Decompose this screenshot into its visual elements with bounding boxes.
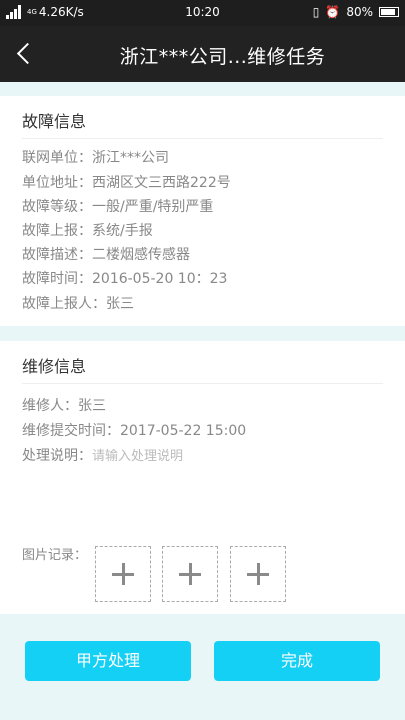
alarm-icon: ⏰ [325,5,341,19]
row-label: 维修人： [22,398,78,414]
back-icon[interactable] [8,36,44,72]
complete-button[interactable]: 完成 [214,641,380,681]
repair-info-divider [22,383,383,384]
row-label: 故障时间： [22,271,92,287]
info-row-report: 故障上报：系统/手报 [22,220,153,240]
repair-info-card: 维修信息 维修人：张三 维修提交时间：2017-05-22 15:00 处理说明… [0,341,405,614]
page-title: 浙江***公司...维修任务 [119,46,326,68]
fault-info-card: 故障信息 联网单位：浙江***公司 单位地址：西湖区文三西路222号 故障等级：… [0,96,405,326]
info-row-reporter: 故障上报人：张三 [22,293,134,313]
note-row: 处理说明：请输入处理说明 [22,445,183,465]
note-input[interactable]: 请输入处理说明 [92,449,183,464]
row-label: 故障等级： [22,199,92,215]
repair-info-title: 维修信息 [22,357,87,376]
nav-bar: 浙江***公司...维修任务 [0,26,405,82]
repairer-row: 维修人：张三 [22,395,106,415]
info-row-description: 故障描述：二楼烟感传感器 [22,244,190,264]
row-label: 处理说明： [22,448,92,464]
row-value: 张三 [106,296,134,312]
row-value: 2016-05-20 10：23 [92,271,228,287]
row-value: 西湖区文三西路222号 [92,175,231,191]
action-bar: 甲方处理 完成 [0,614,405,720]
photo-label: 图片记录： [22,548,88,563]
fault-info-title: 故障信息 [22,112,87,131]
info-row-time: 故障时间：2016-05-20 10：23 [22,268,227,288]
row-label: 故障上报人： [22,296,106,312]
row-value: 浙江***公司 [92,150,169,166]
add-photo-button-2[interactable] [162,546,218,602]
row-label: 维修提交时间： [22,423,120,439]
battery-percent: 80% [346,5,373,19]
row-value: 2017-05-22 15:00 [120,423,247,439]
party-a-process-button[interactable]: 甲方处理 [25,641,191,681]
add-photo-button-1[interactable] [95,546,151,602]
row-value: 张三 [78,398,106,414]
fault-info-divider [22,138,383,139]
submit-time-row: 维修提交时间：2017-05-22 15:00 [22,420,246,440]
status-bar: 4G 4.26K/s 10:20 ▯ ⏰ 80% [0,0,405,26]
info-row-unit: 联网单位：浙江***公司 [22,147,169,167]
row-label: 单位地址： [22,175,92,191]
info-row-address: 单位地址：西湖区文三西路222号 [22,172,231,192]
vibrate-icon: ▯ [312,5,320,19]
row-value: 二楼烟感传感器 [92,247,190,263]
status-right: ▯ ⏰ 80% [313,5,399,19]
row-value: 系统/手报 [92,223,153,239]
info-row-level: 故障等级：一般/严重/特别严重 [22,196,213,216]
row-value: 一般/严重/特别严重 [92,199,214,215]
row-label: 故障上报： [22,223,92,239]
row-label: 故障描述： [22,247,92,263]
add-photo-button-3[interactable] [230,546,286,602]
battery-icon [379,7,399,17]
row-label: 联网单位： [22,150,92,166]
